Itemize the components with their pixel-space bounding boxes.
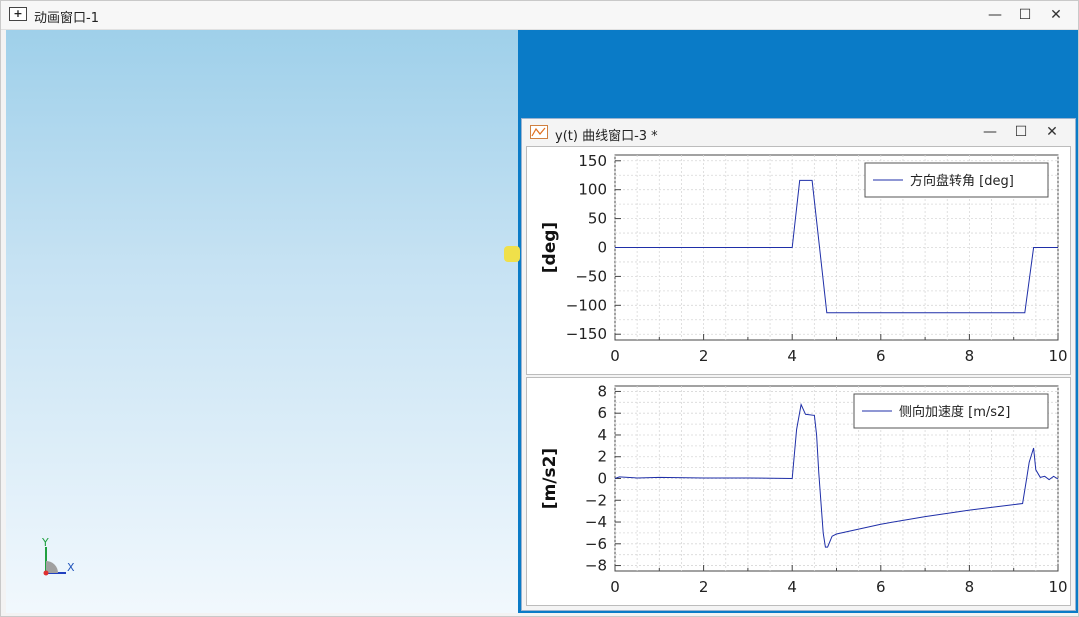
main-title-bar[interactable]: + 动画窗口-1 — ☐ ✕: [1, 1, 1078, 30]
scene-x-label: X: [67, 561, 75, 574]
scene-yellow-object: [504, 246, 520, 262]
curve-window-title: y(t) 曲线窗口-3 *: [555, 129, 658, 144]
main-minimize-button[interactable]: —: [980, 4, 1010, 26]
x-tick-label: 2: [699, 578, 709, 596]
y-tick-label: −2: [585, 491, 607, 509]
y-tick-label: −8: [585, 557, 607, 575]
lateral-accel-plot-panel[interactable]: 0 2 4 6 8 10 8 6 4 2 0 −2 −4 −6 −8 [m/s2] 侧向加速度 [m/s2]: [526, 377, 1071, 606]
y-tick-label: 0: [597, 470, 607, 488]
x-tick-label: 6: [876, 347, 886, 365]
scene-y-label: Y: [42, 536, 49, 549]
x-tick-label: 10: [1048, 347, 1067, 365]
main-window-title: 动画窗口-1: [34, 11, 99, 26]
y-tick-label: −50: [575, 267, 607, 285]
x-tick-label: 4: [787, 347, 797, 365]
y-tick-label: 100: [578, 181, 607, 199]
main-close-button[interactable]: ✕: [1041, 4, 1071, 26]
y-tick-label: 8: [597, 382, 607, 400]
axis-sector: [46, 561, 58, 573]
legend-label: 侧向加速度 [m/s2]: [899, 404, 1010, 420]
y-tick-label: −4: [585, 513, 607, 531]
x-tick-label: 0: [610, 578, 620, 596]
curve-title-bar[interactable]: y(t) 曲线窗口-3 * — ☐ ✕: [522, 119, 1075, 145]
y-tick-label: −150: [566, 325, 607, 343]
x-tick-label: 10: [1048, 578, 1067, 596]
curve-minimize-button[interactable]: —: [975, 121, 1005, 143]
y-tick-label: 150: [578, 152, 607, 170]
steering-angle-plot-panel[interactable]: 0 2 4 6 8 10 150 100 50 0 −50 −100 −150 [deg] 方向盘转角 [d…: [526, 146, 1071, 375]
legend-label: 方向盘转角 [deg]: [910, 173, 1014, 189]
main-maximize-button[interactable]: ☐: [1010, 4, 1040, 26]
steering-angle-plot[interactable]: 0 2 4 6 8 10 150 100 50 0 −50 −100 −150 [deg] 方向盘转角 [d…: [527, 147, 1070, 374]
y-tick-label: 2: [597, 448, 607, 466]
curve-maximize-button[interactable]: ☐: [1006, 121, 1036, 143]
y-tick-label: −100: [566, 296, 607, 314]
y-tick-label: −6: [585, 535, 607, 553]
x-tick-label: 8: [965, 347, 975, 365]
y-axis-label: [m/s2]: [540, 448, 560, 509]
origin-dot: [43, 570, 49, 576]
animation-window-icon: +: [9, 7, 27, 21]
x-tick-label: 6: [876, 578, 886, 596]
y-axis-label: [deg]: [540, 222, 560, 273]
y-tick-label: 6: [597, 404, 607, 422]
x-tick-label: 4: [787, 578, 797, 596]
y-tick-label: 50: [588, 210, 607, 228]
x-tick-label: 0: [610, 347, 620, 365]
curve-chart-icon: [530, 125, 548, 139]
y-tick-label: 0: [597, 239, 607, 257]
curve-close-button[interactable]: ✕: [1037, 121, 1067, 143]
x-tick-label: 8: [965, 578, 975, 596]
lateral-accel-plot[interactable]: 0 2 4 6 8 10 8 6 4 2 0 −2 −4 −6 −8 [m/s2] 侧向加速度 [m/s2]: [527, 378, 1070, 605]
x-tick-label: 2: [699, 347, 709, 365]
curve-window: y(t) 曲线窗口-3 * — ☐ ✕ 0 2 4 6 8 10 150 100 50 0 −50−…: [521, 118, 1076, 611]
y-tick-label: 4: [597, 426, 607, 444]
